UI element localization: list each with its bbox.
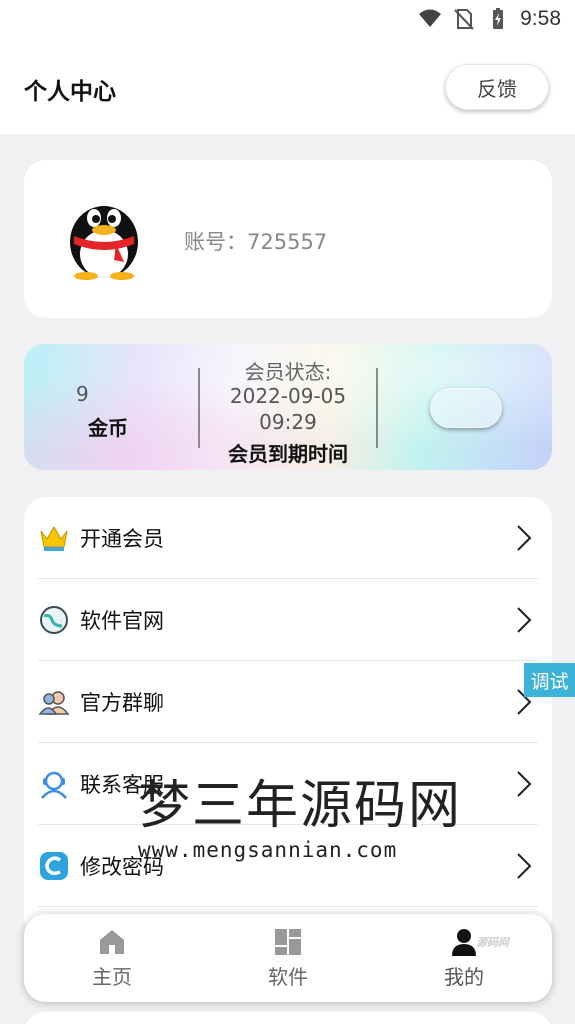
menu-item-label: 官方群聊 <box>80 690 164 715</box>
menu-item-open-vip[interactable]: 开通会员 <box>38 497 538 579</box>
no-sim-icon <box>454 9 474 30</box>
globe-icon <box>40 605 68 634</box>
user-icon <box>452 928 476 956</box>
nav-item-home[interactable]: 主页 <box>24 914 200 1002</box>
member-expire-date: 2022-09-05 <box>229 384 347 408</box>
customer-service-icon <box>41 771 67 799</box>
edit-password-icon <box>40 851 68 880</box>
menu-item-official-site[interactable]: 软件官网 <box>38 579 538 661</box>
nav-item-apps[interactable]: 软件 <box>200 914 376 1002</box>
feedback-button[interactable]: 反馈 <box>445 64 549 110</box>
watermark-title: 梦三年源码网 <box>138 776 463 836</box>
nav-label: 我的 <box>444 964 484 989</box>
apps-icon <box>275 928 301 955</box>
member-banner: 9 金币 会员状态: 2022-09-05 09:29 会员到期时间 <box>24 344 552 470</box>
menu-item-official-group[interactable]: 官方群聊 <box>38 661 538 743</box>
status-time: 9:58 <box>520 7 561 30</box>
menu-item-label: 开通会员 <box>80 526 164 551</box>
nav-item-mine[interactable]: 我的 <box>376 914 552 1002</box>
bottom-card-peek <box>24 1012 552 1024</box>
watermark-small: 源码网 <box>476 936 509 949</box>
member-expire-label: 会员到期时间 <box>228 442 348 466</box>
wifi-icon <box>419 9 442 27</box>
nav-label: 软件 <box>268 964 308 989</box>
menu-item-label: 软件官网 <box>80 608 164 633</box>
banner-action-button[interactable] <box>430 388 502 428</box>
profile-card: 账号：725557 <box>24 160 552 318</box>
chevron-right-icon <box>517 606 532 633</box>
watermark-url: www.mengsannian.com <box>138 838 398 862</box>
group-icon <box>38 690 70 715</box>
chevron-right-icon <box>517 524 532 551</box>
account-number: 账号：725557 <box>184 230 328 254</box>
banner-divider <box>376 368 378 448</box>
page-title: 个人中心 <box>24 79 116 105</box>
debug-tag[interactable]: 调试 <box>524 663 575 697</box>
bottom-nav: 主页 软件 我的 源码网 <box>24 914 552 1002</box>
page-header: 个人中心 反馈 <box>0 38 575 134</box>
nav-label: 主页 <box>92 964 132 989</box>
coins-value: 9 <box>76 382 89 406</box>
battery-charging-icon <box>493 8 504 29</box>
crown-icon <box>40 525 68 551</box>
member-expire-time: 09:29 <box>259 410 317 434</box>
menu-card: 开通会员 软件官网 官方群聊 联系客服 修改密码 <box>24 497 552 937</box>
member-status-label: 会员状态: <box>244 360 332 384</box>
coins-label: 金币 <box>88 416 128 440</box>
qq-penguin-icon[interactable] <box>64 192 144 280</box>
status-bar: 9:58 <box>0 0 575 38</box>
home-icon <box>100 929 124 954</box>
